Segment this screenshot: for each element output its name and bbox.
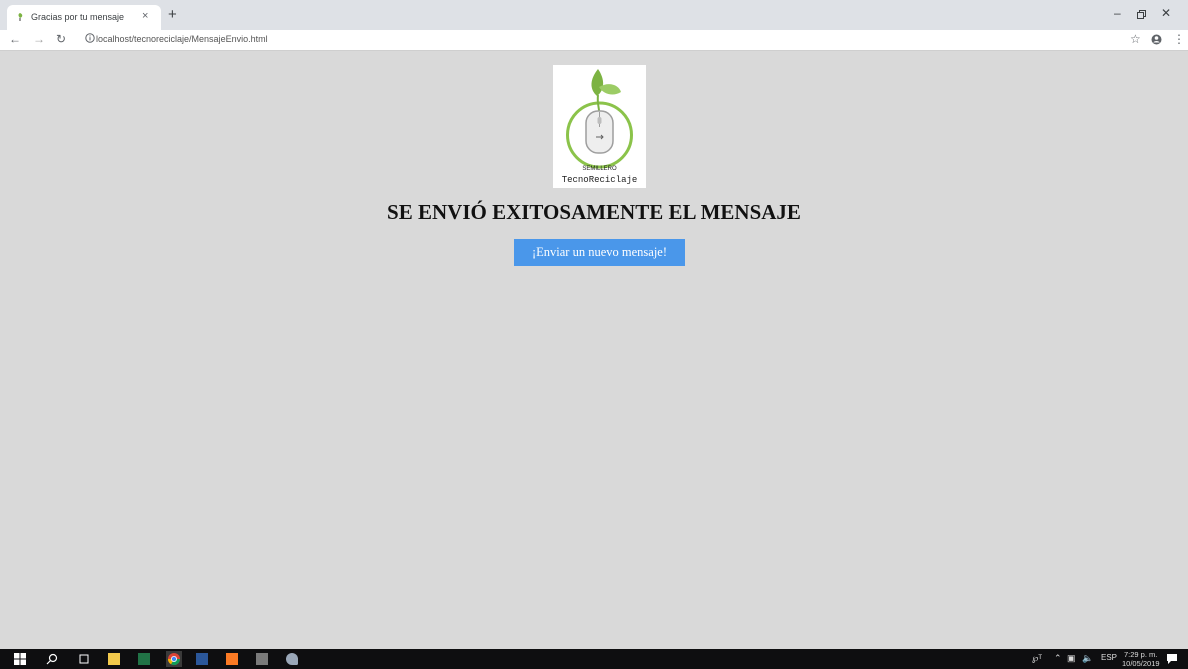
taskbar: ℘ᵀ ⌃ ▣ 🔈 ESP 7:29 p. m. 10/05/2019 — [0, 649, 1188, 669]
close-icon[interactable]: ✕ — [1161, 6, 1171, 20]
new-tab-button[interactable]: + — [168, 6, 177, 23]
logo: SEMILLERO TecnoReciclaje — [553, 65, 646, 188]
browser-toolbar: ← → ↻ ☆ ⋮ — [0, 30, 1188, 51]
logo-bottom-text: TecnoReciclaje — [561, 175, 638, 185]
clock-date[interactable]: 10/05/2019 — [1122, 659, 1160, 668]
chrome-icon[interactable] — [166, 651, 182, 667]
browser-tab[interactable]: Gracias por tu mensaje × — [7, 5, 161, 30]
restore-icon[interactable] — [1137, 10, 1147, 20]
page-title: SE ENVIÓ EXITOSAMENTE EL MENSAJE — [387, 200, 801, 224]
app-icon[interactable] — [286, 653, 298, 665]
notification-icon[interactable] — [1166, 653, 1178, 665]
logo-top-text: SEMILLERO — [582, 166, 617, 172]
search-icon[interactable] — [46, 653, 58, 665]
new-message-button[interactable]: ¡Enviar un nuevo mensaje! — [514, 239, 685, 266]
menu-icon[interactable]: ⋮ — [1173, 32, 1185, 46]
browser-tab-strip: Gracias por tu mensaje × + – ✕ — [0, 0, 1188, 30]
tab-title: Gracias por tu mensaje — [31, 12, 125, 22]
people-icon[interactable]: ℘ᵀ — [1032, 653, 1042, 664]
reload-icon[interactable]: ↻ — [56, 32, 66, 46]
star-icon[interactable]: ☆ — [1130, 32, 1141, 46]
app-icon[interactable] — [256, 653, 268, 665]
xampp-icon[interactable] — [226, 653, 238, 665]
tab-close-icon[interactable]: × — [142, 10, 148, 22]
back-icon[interactable]: ← — [9, 32, 21, 46]
info-icon[interactable] — [85, 33, 95, 43]
file-explorer-icon[interactable] — [108, 653, 120, 665]
network-icon[interactable]: ▣ — [1067, 653, 1076, 664]
task-view-icon[interactable] — [78, 653, 90, 665]
address-bar-input[interactable] — [96, 34, 516, 44]
windows-start-icon[interactable] — [14, 653, 26, 665]
favicon-icon — [18, 13, 23, 21]
word-icon[interactable] — [196, 653, 208, 665]
forward-icon[interactable]: → — [33, 32, 45, 46]
language-indicator[interactable]: ESP — [1101, 653, 1117, 662]
excel-icon[interactable] — [138, 653, 150, 665]
minimize-icon[interactable]: – — [1114, 6, 1121, 20]
clock-time[interactable]: 7:29 p. m. — [1124, 650, 1157, 659]
account-icon[interactable] — [1151, 34, 1162, 45]
chevron-up-icon[interactable]: ⌃ — [1054, 653, 1062, 664]
volume-icon[interactable]: 🔈 — [1082, 653, 1093, 664]
